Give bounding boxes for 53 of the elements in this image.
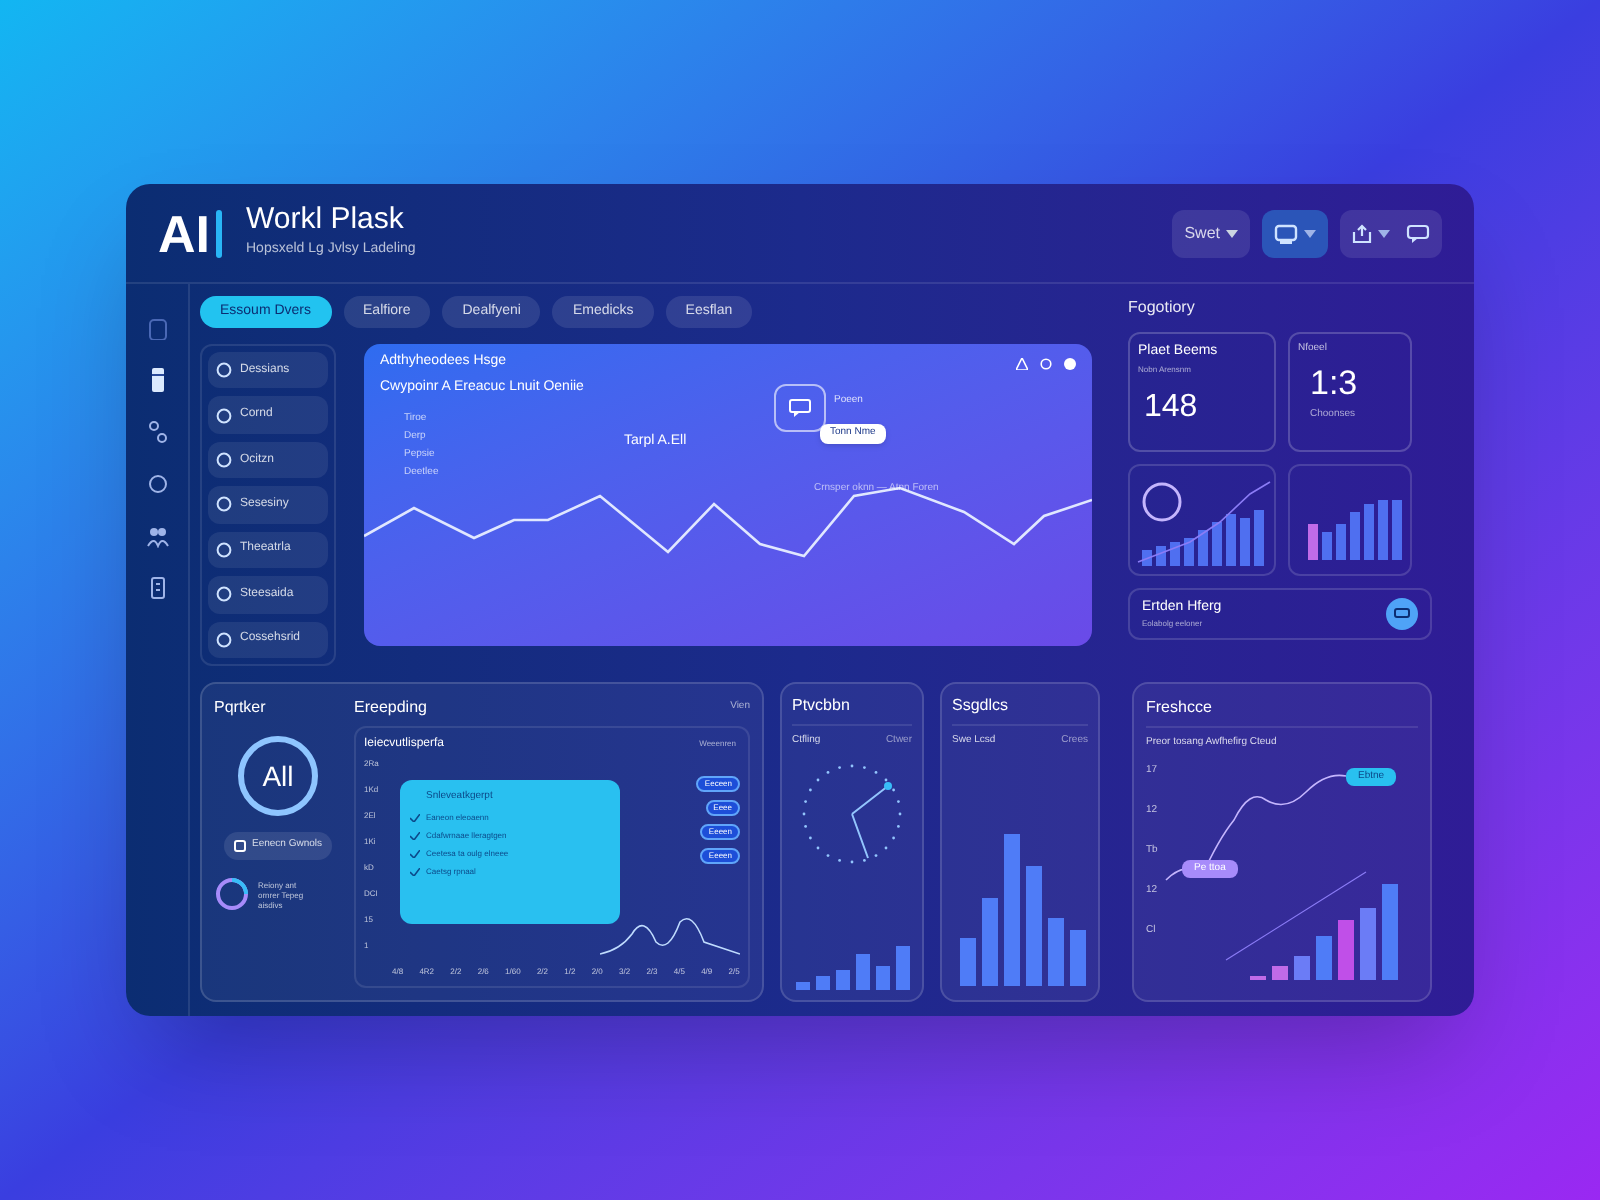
bar — [1184, 538, 1194, 566]
bar — [1212, 522, 1222, 566]
device-icon — [1274, 223, 1298, 243]
ring-chart — [1142, 482, 1182, 522]
app-title: Workl Plask — [246, 204, 406, 235]
caret-icon — [1378, 229, 1390, 237]
logo-bar — [216, 209, 222, 257]
bar — [1316, 935, 1332, 979]
circle-icon — [216, 496, 232, 513]
bar — [1360, 907, 1376, 979]
device-button[interactable] — [1262, 209, 1328, 257]
stat-value: 1:3 — [1310, 361, 1360, 405]
section-title: Freshcce — [1146, 696, 1212, 720]
trend-line — [1225, 870, 1367, 960]
bar — [1170, 542, 1180, 566]
circle-icon — [216, 541, 232, 558]
bar — [1338, 919, 1354, 979]
section-title: Ssgdlcs — [952, 694, 1009, 718]
share-button[interactable] — [1352, 223, 1390, 243]
bar — [1382, 883, 1398, 979]
section-title: Ereepding — [354, 696, 427, 720]
avatar-ring: All — [238, 736, 318, 816]
bar — [1156, 546, 1166, 566]
section-title: Ptvcbbn — [792, 694, 850, 718]
caret-icon — [1226, 229, 1238, 237]
dropdown-button[interactable]: Swet — [1172, 209, 1250, 257]
progress-ring-icon — [214, 876, 250, 912]
bar — [1254, 510, 1264, 566]
bar — [1226, 514, 1236, 566]
circle-icon[interactable] — [145, 472, 169, 496]
trend-line — [1137, 481, 1271, 563]
bar-chart — [792, 942, 916, 990]
nodes-icon[interactable] — [145, 420, 169, 444]
circle-icon — [216, 407, 232, 424]
circle-icon — [216, 452, 232, 469]
share-icon — [1352, 223, 1372, 243]
bar — [1142, 550, 1152, 566]
people-icon[interactable] — [145, 524, 169, 548]
bar — [1198, 530, 1208, 566]
dot-icon — [1064, 358, 1076, 370]
logo: AI — [158, 207, 210, 259]
caret-icon — [1304, 229, 1316, 237]
bar — [1294, 955, 1310, 979]
circle-icon — [216, 631, 232, 648]
section-title: Fogotiory — [1128, 296, 1197, 320]
section-title: Pqrtker — [214, 696, 266, 720]
circle-icon — [216, 586, 232, 603]
list-icon[interactable] — [145, 576, 169, 600]
chat-button[interactable] — [1386, 598, 1418, 630]
bar — [1272, 965, 1288, 979]
stat-value: 148 — [1144, 387, 1200, 427]
circle-icon — [216, 362, 232, 379]
bar — [1240, 518, 1250, 566]
